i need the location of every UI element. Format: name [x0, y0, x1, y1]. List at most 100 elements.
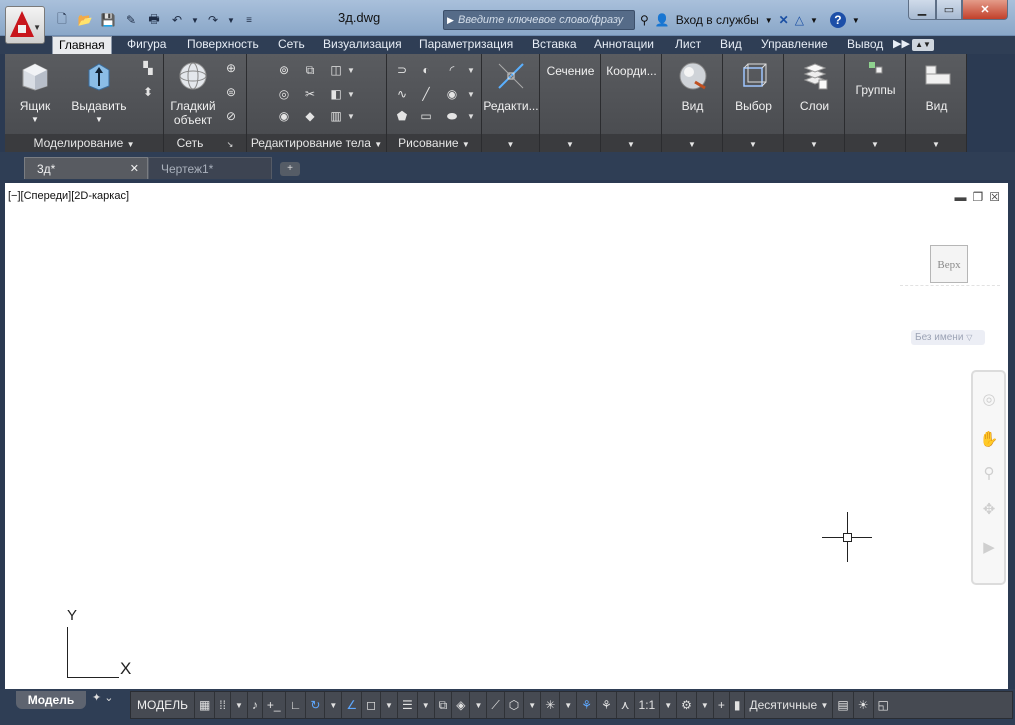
drawing-area[interactable]: [−][Спереди][2D-каркас] ▬ ❐ ☒ Верх Без и… — [5, 183, 1008, 689]
smooth-object-button[interactable]: Гладкий объект — [166, 60, 220, 127]
chevron-down-icon[interactable]: ▼ — [347, 112, 355, 121]
gizmo-icon[interactable]: ✳ — [541, 692, 561, 718]
modify-button[interactable]: Редакти... — [482, 60, 540, 113]
spline-icon[interactable]: ∿ — [393, 86, 411, 102]
ortho-icon[interactable]: ∟ — [286, 692, 307, 718]
grid-icon[interactable]: ▦ — [195, 692, 216, 718]
panel-selection-title[interactable]: ▼ — [723, 134, 783, 152]
zoom-icon[interactable]: ⚲ — [979, 464, 999, 484]
panel-view[interactable]: Вид ▼ — [662, 54, 723, 152]
chevron-down-icon[interactable]: ▼ — [467, 66, 475, 75]
annotation-monitor-icon[interactable]: + — [714, 692, 730, 718]
presspull-icon[interactable]: ⬍ — [139, 84, 157, 100]
qat-customize-icon[interactable]: ≡ — [239, 10, 259, 30]
chevron-down-icon[interactable]: ▼ — [470, 692, 488, 718]
pan-hand-icon[interactable]: ✋ — [979, 430, 999, 450]
annotation-scale-icon[interactable]: ⋏ — [617, 692, 635, 718]
clean-screen-icon[interactable]: ◱ — [874, 692, 893, 718]
dialog-launcher-icon[interactable]: ↘ — [227, 140, 234, 149]
chevron-down-icon[interactable]: ▼ — [347, 66, 355, 75]
polyline-icon[interactable]: ⊃ — [393, 62, 411, 78]
annotation-visibility-icon[interactable]: ⚘ — [577, 692, 597, 718]
close-button[interactable]: ✕ — [962, 0, 1008, 20]
panel-solid-editing-title[interactable]: Редактирование тела ▼ — [247, 134, 386, 152]
chevron-down-icon[interactable]: ▼ — [325, 692, 343, 718]
layers-button[interactable]: Слои — [784, 60, 845, 113]
slice-icon[interactable]: ⧉ — [301, 62, 319, 78]
chevron-down-icon[interactable]: ▼ — [231, 692, 248, 718]
tab-surface[interactable]: Поверхность — [181, 36, 265, 54]
mesh-smooth-more-icon[interactable]: ⊕ — [222, 60, 240, 76]
panel-modify-title[interactable]: ▼ — [482, 134, 539, 152]
showmotion-icon[interactable]: ▶ — [979, 538, 999, 558]
application-menu-button[interactable]: ▼ — [5, 6, 45, 44]
polar-tracking-icon[interactable]: ↻ — [306, 692, 326, 718]
polygon-icon[interactable]: ⬟ — [393, 108, 411, 124]
panel-modeling-title[interactable]: Моделирование ▼ — [5, 134, 163, 152]
thicken-icon[interactable]: ◆ — [301, 108, 319, 124]
signin-button[interactable]: Вход в службы — [676, 13, 759, 27]
mesh-crease-icon[interactable]: ⊘ — [222, 108, 240, 124]
tab-mesh[interactable]: Сеть — [272, 36, 311, 54]
file-tab-drawing1[interactable]: Чертеж1* — [148, 157, 272, 179]
view2-button[interactable]: Вид — [906, 60, 967, 113]
ucs-menu[interactable]: Без имени ▽ — [911, 330, 985, 345]
minimize-icon[interactable]: ▬ — [954, 190, 966, 204]
search-box[interactable]: ▶ — [443, 10, 635, 30]
orbit-icon[interactable]: ✥ — [979, 500, 999, 520]
subtract-icon[interactable]: ◎ — [275, 86, 293, 102]
circle-icon[interactable]: ◉ — [443, 86, 461, 102]
separate-icon[interactable]: ▥ — [327, 108, 345, 124]
isometric-icon[interactable]: ∠ — [342, 692, 363, 718]
tab-layout[interactable]: Лист — [669, 36, 707, 54]
quick-properties-icon[interactable]: ▤ — [833, 692, 854, 718]
mesh-refine-icon[interactable]: ⊜ — [222, 84, 240, 100]
a360-icon[interactable]: △ — [795, 13, 804, 27]
panel-modify[interactable]: Редакти... ▼ — [482, 54, 540, 152]
close-icon[interactable]: ☒ — [989, 190, 1000, 204]
dynamic-input-icon[interactable]: +_ — [263, 692, 286, 718]
help-button[interactable]: ? — [829, 12, 846, 28]
extrude-button[interactable]: Выдавить ▼ — [67, 60, 131, 127]
panel-section-title[interactable]: ▼ — [540, 134, 600, 152]
open-file-icon[interactable]: 📂 — [75, 10, 95, 30]
panel-draw-title[interactable]: Рисование ▼ — [387, 134, 481, 152]
annotation-scale-value[interactable]: 1:1 — [635, 692, 661, 718]
save-icon[interactable]: 💾 — [98, 10, 118, 30]
dynamic-ucs-icon[interactable]: ⬡ — [505, 692, 525, 718]
restore-icon[interactable]: ❐ — [972, 190, 983, 204]
minimize-button[interactable]: ▁ — [908, 0, 936, 20]
groups-button[interactable]: Группы — [845, 60, 906, 97]
lineweight-icon[interactable]: ☰ — [398, 692, 418, 718]
ellipse-icon[interactable]: ⬬ — [443, 108, 461, 124]
save-as-icon[interactable]: ✎ — [121, 10, 141, 30]
units-dropdown[interactable]: Десятичные ▼ — [745, 692, 834, 718]
rectangle-icon[interactable]: ▭ — [417, 108, 435, 124]
exchange-icon[interactable]: ✕ — [779, 13, 789, 27]
chevron-down-icon[interactable]: ▼ — [524, 692, 542, 718]
view-button[interactable]: Вид — [662, 60, 723, 113]
panel-view-title[interactable]: ▼ — [662, 134, 722, 152]
panel-coordinates[interactable]: Коорди... ▼ — [601, 54, 662, 152]
extract-edges-icon[interactable]: ◫ — [327, 62, 345, 78]
panel-coordinates-title[interactable]: ▼ — [601, 134, 661, 152]
binoculars-icon[interactable]: ⚲ — [640, 13, 649, 27]
user-icon[interactable]: 👤 — [655, 13, 670, 27]
chevron-down-icon[interactable]: ▼ — [660, 692, 678, 718]
transparency-icon[interactable]: ⧉ — [435, 692, 453, 718]
auto-scale-icon[interactable]: ⚘ — [597, 692, 617, 718]
interfere-icon[interactable]: ✂ — [301, 86, 319, 102]
selection-button[interactable]: Выбор — [723, 60, 784, 113]
chevron-down-icon[interactable]: ▼ — [697, 692, 714, 718]
panel-selection[interactable]: Выбор ▼ — [723, 54, 784, 152]
close-icon[interactable]: ✕ — [130, 158, 139, 180]
tab-annotate[interactable]: Аннотации — [588, 36, 660, 54]
more-tabs-icon[interactable]: ▶▶ — [893, 36, 910, 54]
panel-view2-title[interactable]: ▼ — [906, 134, 966, 152]
panel-mesh-title[interactable]: Сеть ↘ — [164, 134, 246, 152]
line-icon[interactable]: ╱ — [417, 86, 435, 102]
isolate-objects-icon[interactable]: ☀ — [854, 692, 874, 718]
chevron-down-icon[interactable]: ▼ — [467, 90, 475, 99]
new-file-icon[interactable]: 🗋 — [52, 10, 72, 30]
intersect-icon[interactable]: ◉ — [275, 108, 293, 124]
